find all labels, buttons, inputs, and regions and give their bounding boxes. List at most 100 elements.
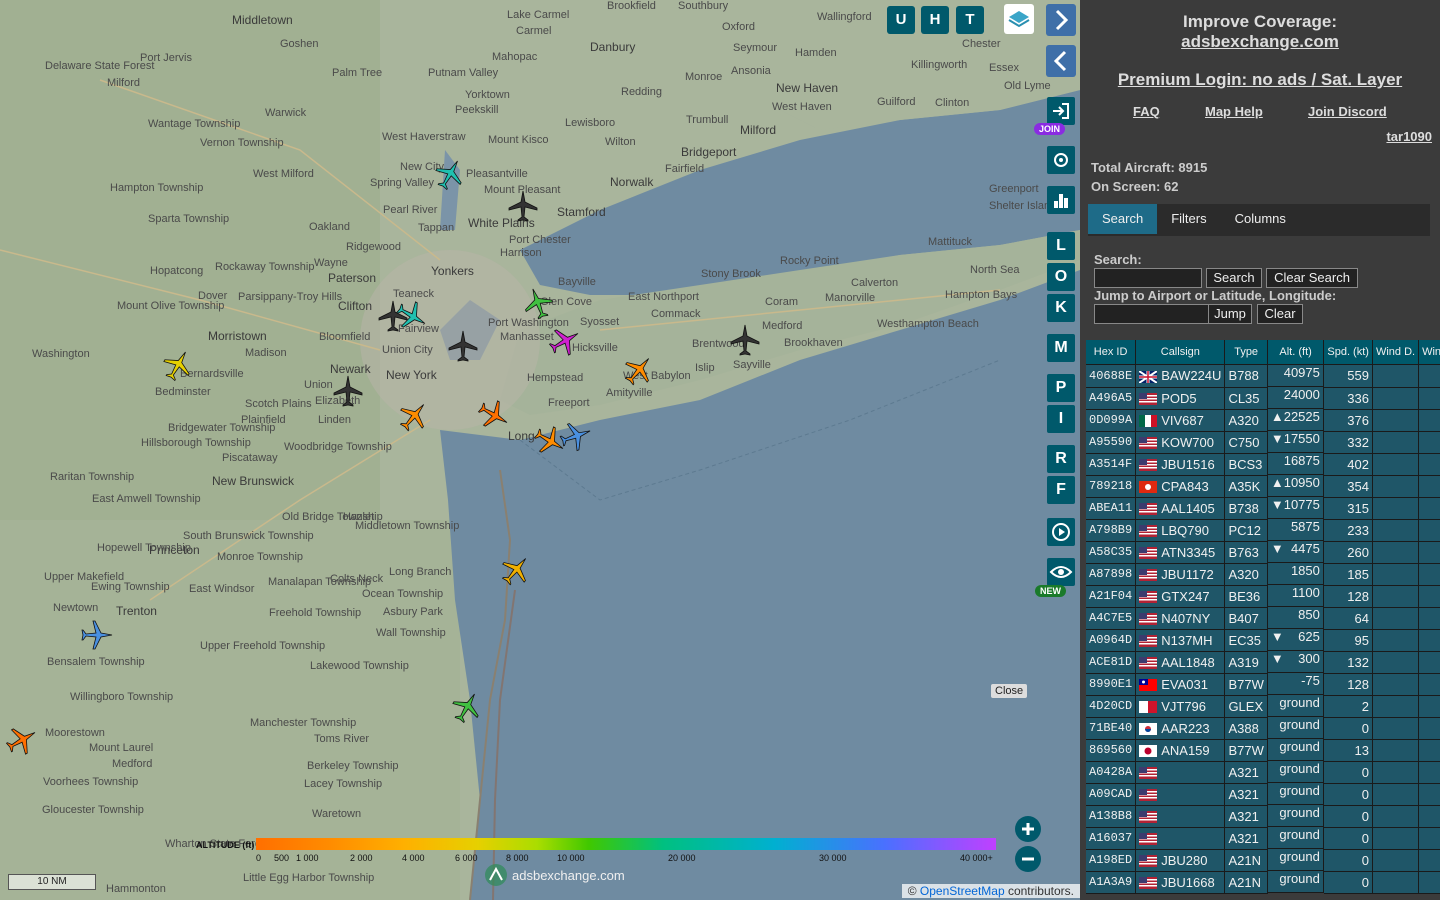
- search-button[interactable]: Search: [1206, 268, 1262, 288]
- settings-button[interactable]: [1047, 146, 1075, 174]
- table-row[interactable]: A0964D N137MH EC35 ▼ 625 95: [1086, 629, 1440, 652]
- table-row[interactable]: 40688E BAW224U B788 40975 559: [1086, 364, 1440, 388]
- type-cell: A21N: [1224, 871, 1268, 894]
- button-l[interactable]: L: [1047, 232, 1075, 260]
- aircraft-icon[interactable]: [449, 689, 485, 725]
- table-row[interactable]: 8990E1 EVA031 B77W -75 128: [1086, 673, 1440, 696]
- table-row[interactable]: A0428A A321 ground 0: [1086, 761, 1440, 784]
- tab-filters[interactable]: Filters: [1157, 204, 1220, 234]
- aircraft-icon[interactable]: [558, 418, 594, 454]
- table-row[interactable]: A198ED JBU280 A21N ground 0: [1086, 849, 1440, 872]
- aircraft-icon[interactable]: [727, 322, 763, 358]
- table-row[interactable]: A16037 A321 ground 0: [1086, 827, 1440, 850]
- column-header[interactable]: Callsign: [1135, 340, 1226, 365]
- tab-columns[interactable]: Columns: [1221, 204, 1300, 234]
- button-p[interactable]: P: [1047, 374, 1075, 402]
- layers-button[interactable]: [1004, 4, 1034, 34]
- speed-cell: 132: [1323, 651, 1373, 674]
- table-row[interactable]: A138B8 A321 ground 0: [1086, 805, 1440, 828]
- map-view[interactable]: Middletown Goshen Port Jervis Delaware Stat…: [0, 0, 1080, 900]
- jump-button[interactable]: Jump: [1208, 304, 1252, 324]
- back-button[interactable]: [1046, 45, 1076, 77]
- button-h[interactable]: H: [921, 6, 949, 34]
- table-row[interactable]: 789218 CPA843 A35K ▲ 10950 354: [1086, 475, 1440, 498]
- table-row[interactable]: 4D20CD VJT796 GLEX ground 2: [1086, 695, 1440, 718]
- aircraft-icon[interactable]: [160, 347, 196, 383]
- table-row[interactable]: 869560 ANA159 B77W ground 13: [1086, 739, 1440, 762]
- wind-cell: [1418, 739, 1440, 762]
- table-row[interactable]: A1A3A9 JBU1668 A21N ground 0: [1086, 871, 1440, 894]
- aircraft-icon[interactable]: [505, 188, 541, 224]
- tar1090-link[interactable]: tar1090: [1386, 129, 1432, 144]
- column-header[interactable]: Type: [1224, 340, 1268, 365]
- button-r[interactable]: R: [1047, 445, 1075, 473]
- view-button[interactable]: [1047, 558, 1075, 586]
- table-row[interactable]: A58C35 ATN3345 B763 ▼ 4475 260: [1086, 541, 1440, 564]
- map-help-link[interactable]: Map Help: [1205, 104, 1263, 119]
- table-row[interactable]: 71BE40 AAR223 A388 ground 0: [1086, 717, 1440, 740]
- replay-button[interactable]: [1047, 518, 1075, 546]
- button-o[interactable]: O: [1047, 263, 1075, 291]
- aircraft-icon[interactable]: [445, 328, 481, 364]
- zoom-out-button[interactable]: [1015, 846, 1041, 872]
- table-row[interactable]: ACE81D AAL1848 A319 ▼ 300 132: [1086, 651, 1440, 674]
- place-label: Trenton: [116, 604, 157, 618]
- table-row[interactable]: A95590 KOW700 C750 ▼ 17550 332: [1086, 431, 1440, 454]
- button-t[interactable]: T: [956, 6, 984, 34]
- zoom-in-button[interactable]: [1015, 816, 1041, 842]
- table-row[interactable]: A09CAD A321 ground 0: [1086, 783, 1440, 806]
- next-button[interactable]: [1046, 4, 1076, 36]
- table-row[interactable]: A87898 JBU1172 A320 1850 185: [1086, 563, 1440, 586]
- aircraft-icon[interactable]: [547, 323, 583, 359]
- join-discord-link[interactable]: Join Discord: [1308, 104, 1387, 119]
- tab-search[interactable]: Search: [1088, 204, 1158, 234]
- hex-cell: A138B8: [1086, 805, 1137, 828]
- aircraft-icon[interactable]: [432, 156, 468, 192]
- altitude-text: ground: [1279, 849, 1320, 864]
- adsbx-link[interactable]: adsbexchange.com: [1181, 32, 1339, 51]
- premium-login-link[interactable]: Premium Login: no ads / Sat. Layer: [1118, 70, 1402, 89]
- button-k[interactable]: K: [1047, 294, 1075, 322]
- table-row[interactable]: ABEA11 AAL1405 B738 ▼ 10775 315: [1086, 497, 1440, 520]
- clear-search-button[interactable]: Clear Search: [1266, 268, 1358, 288]
- table-row[interactable]: A496A5 POD5 CL35 24000 336: [1086, 387, 1440, 410]
- column-header[interactable]: Spd. (kt): [1323, 340, 1373, 365]
- aircraft-icon[interactable]: [4, 722, 40, 758]
- aircraft-icon[interactable]: [621, 352, 657, 388]
- search-input[interactable]: [1094, 268, 1202, 288]
- osm-link[interactable]: OpenStreetMap: [920, 884, 1005, 898]
- legend-tick: 30 000: [819, 853, 847, 863]
- button-m[interactable]: M: [1047, 334, 1075, 362]
- faq-link[interactable]: FAQ: [1133, 104, 1160, 119]
- column-header[interactable]: Wind D.: [1372, 340, 1420, 365]
- join-button[interactable]: [1047, 97, 1075, 125]
- table-row[interactable]: A3514F JBU1516 BCS3 16875 402: [1086, 453, 1440, 476]
- plus-icon: [1022, 823, 1034, 835]
- aircraft-icon[interactable]: [79, 617, 115, 653]
- stats-button[interactable]: [1047, 186, 1075, 214]
- speed-cell: 0: [1323, 849, 1373, 872]
- button-u[interactable]: U: [887, 6, 915, 34]
- close-button[interactable]: Close: [991, 684, 1028, 698]
- aircraft-icon[interactable]: [330, 373, 366, 409]
- button-f[interactable]: F: [1047, 476, 1075, 504]
- table-row[interactable]: 0D099A VIV687 A320 ▲ 22525 376: [1086, 409, 1440, 432]
- button-i[interactable]: I: [1047, 405, 1075, 433]
- wind-cell: [1418, 431, 1440, 454]
- column-header[interactable]: Alt. (ft): [1267, 340, 1325, 365]
- aircraft-icon[interactable]: [396, 398, 432, 434]
- trend-arrow: ▼: [1270, 497, 1284, 512]
- table-row[interactable]: A21F04 GTX247 BE36 1100 128: [1086, 585, 1440, 608]
- aircraft-icon[interactable]: [476, 397, 512, 433]
- clear-button[interactable]: Clear: [1257, 304, 1303, 324]
- us-flag-icon: [1139, 855, 1158, 868]
- column-header[interactable]: Hex ID: [1086, 340, 1137, 365]
- aircraft-icon[interactable]: [520, 285, 556, 321]
- aircraft-icon[interactable]: [498, 552, 534, 588]
- aircraft-icon[interactable]: [375, 298, 411, 334]
- altitude-cell: ▼ 17550: [1267, 431, 1324, 453]
- table-row[interactable]: A4C7E5 N407NY B407 850 64: [1086, 607, 1440, 630]
- wind-direction-cell: [1372, 673, 1420, 696]
- table-row[interactable]: A798B9 LBQ790 PC12 5875 233: [1086, 519, 1440, 542]
- column-header[interactable]: Wind: [1418, 340, 1440, 365]
